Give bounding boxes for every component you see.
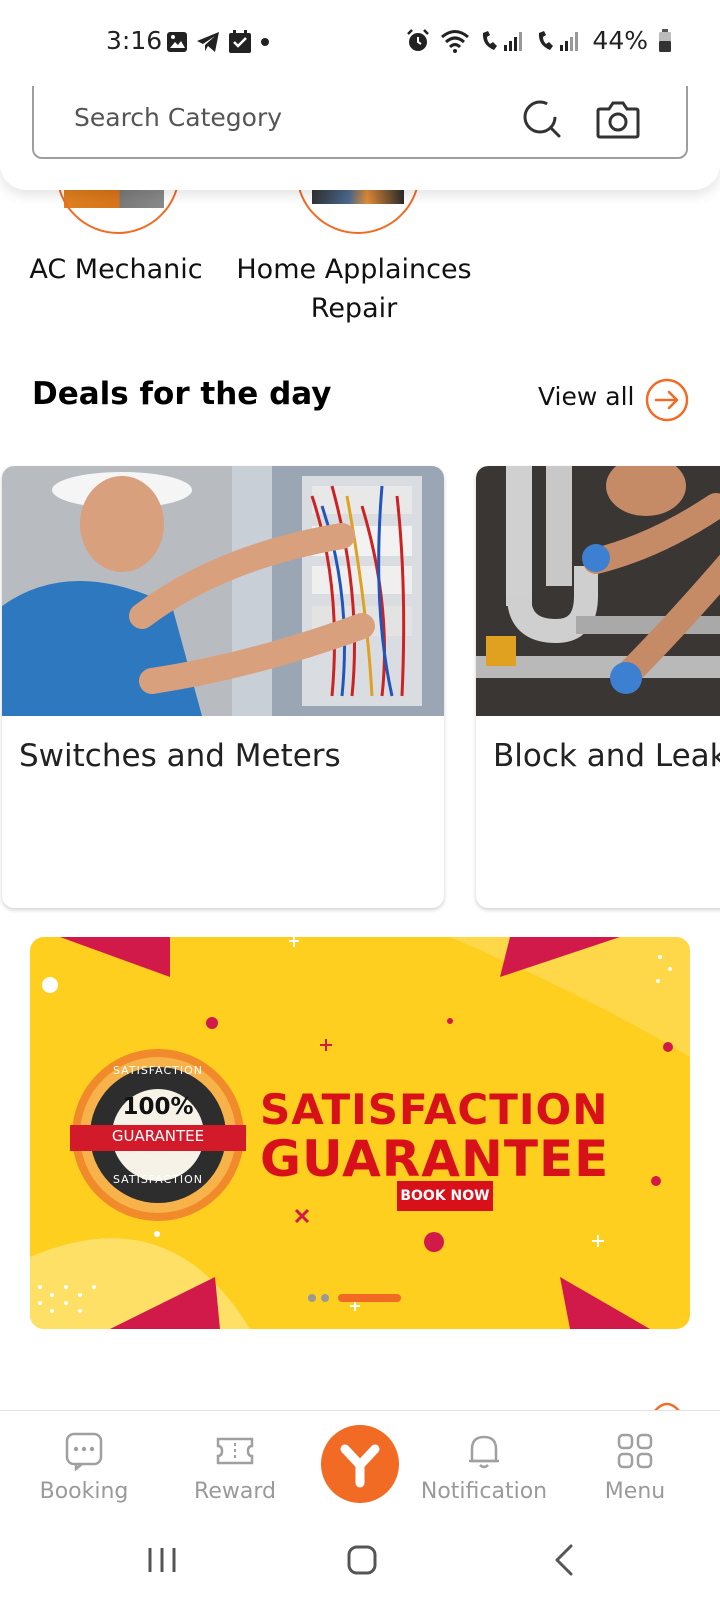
signal-sim2-icon bbox=[539, 30, 579, 51]
bell-icon bbox=[469, 1435, 499, 1469]
nav-menu[interactable]: Menu bbox=[565, 1411, 705, 1523]
calendar-icon bbox=[229, 30, 251, 53]
search-placeholder: Search Category bbox=[74, 103, 283, 132]
carousel-indicator bbox=[308, 1294, 408, 1302]
back-icon[interactable] bbox=[545, 1540, 585, 1580]
nav-notification[interactable]: Notification bbox=[414, 1411, 554, 1523]
category-image-home[interactable] bbox=[296, 190, 420, 234]
ticket-icon bbox=[216, 1437, 254, 1465]
deal-card-switches[interactable]: Switches and Meters bbox=[2, 466, 444, 908]
carousel-dot[interactable] bbox=[308, 1294, 316, 1302]
seal-bottom-text: SATISFACTION bbox=[113, 1173, 203, 1186]
status-notification-icons bbox=[166, 30, 270, 54]
seal-top-text: SATISFACTION bbox=[113, 1064, 203, 1077]
electrician-illustration bbox=[2, 466, 444, 716]
status-time: 3:16 bbox=[106, 26, 163, 55]
view-all-link[interactable]: View all bbox=[538, 382, 634, 411]
search-icon[interactable] bbox=[522, 99, 562, 139]
deal-label: Block and Leak bbox=[493, 738, 720, 774]
category-strip: AC Mechanic Home Applainces Repair bbox=[0, 190, 720, 330]
battery-icon bbox=[659, 28, 671, 52]
grid-icon bbox=[617, 1433, 653, 1469]
nav-label: Booking bbox=[39, 1479, 129, 1504]
category-image-ac[interactable] bbox=[56, 190, 180, 234]
carousel-dot[interactable] bbox=[321, 1294, 329, 1302]
carousel-dot-active[interactable] bbox=[338, 1294, 401, 1302]
category-arc bbox=[296, 190, 420, 234]
deal-label: Switches and Meters bbox=[19, 738, 341, 774]
promo-banner[interactable]: 100% GUARANTEE SATISFACTION SATISFACTION… bbox=[30, 937, 690, 1329]
book-now-button[interactable]: BOOK NOW bbox=[397, 1181, 493, 1211]
alarm-icon bbox=[407, 28, 430, 51]
banner-title-line2: GUARANTEE bbox=[260, 1130, 610, 1188]
wifi-icon bbox=[441, 29, 470, 53]
deal-card-block-leak[interactable]: Block and Leak bbox=[476, 466, 720, 908]
recent-apps-icon[interactable] bbox=[142, 1540, 182, 1580]
telegram-icon bbox=[197, 32, 219, 52]
chat-dots-icon bbox=[65, 1432, 103, 1471]
gallery-icon bbox=[167, 32, 187, 52]
search-input[interactable]: Search Category bbox=[32, 77, 688, 159]
home-icon[interactable] bbox=[342, 1540, 382, 1580]
deals-title: Deals for the day bbox=[32, 376, 332, 412]
nav-label: Reward bbox=[194, 1479, 276, 1504]
status-bar: 3:16 44% bbox=[0, 0, 720, 86]
category-arc bbox=[56, 190, 180, 234]
seal-percent: 100% bbox=[122, 1094, 194, 1120]
app-screen: 3:16 44% AC Mechanic Home Applainces Rep… bbox=[0, 0, 720, 1600]
nav-booking[interactable]: Booking bbox=[14, 1411, 154, 1523]
banner-title-line1: SATISFACTION bbox=[260, 1085, 609, 1134]
status-system-icons: 44% bbox=[406, 26, 672, 55]
block-leak-photo bbox=[476, 466, 720, 716]
app-logo-icon bbox=[340, 1444, 380, 1488]
system-navigation-bar bbox=[0, 1522, 720, 1600]
category-label-home-line1[interactable]: Home Applainces bbox=[232, 250, 476, 289]
nav-label: Notification bbox=[420, 1479, 548, 1504]
category-label-ac[interactable]: AC Mechanic bbox=[28, 250, 204, 289]
battery-percent: 44% bbox=[592, 26, 648, 55]
nav-label: Menu bbox=[604, 1479, 666, 1504]
switches-meters-photo bbox=[2, 466, 444, 716]
seal-ribbon: GUARANTEE bbox=[111, 1127, 205, 1145]
bottom-navigation: Booking Reward Notification Menu bbox=[0, 1410, 720, 1522]
home-center-button[interactable] bbox=[321, 1425, 399, 1503]
plumber-illustration bbox=[476, 466, 720, 716]
signal-sim1-icon bbox=[483, 30, 523, 51]
nav-reward[interactable]: Reward bbox=[165, 1411, 305, 1523]
arrow-right-icon[interactable] bbox=[645, 378, 689, 422]
category-label-home-line2[interactable]: Repair bbox=[232, 289, 476, 328]
camera-icon[interactable] bbox=[596, 99, 640, 139]
dot-icon bbox=[261, 38, 269, 46]
